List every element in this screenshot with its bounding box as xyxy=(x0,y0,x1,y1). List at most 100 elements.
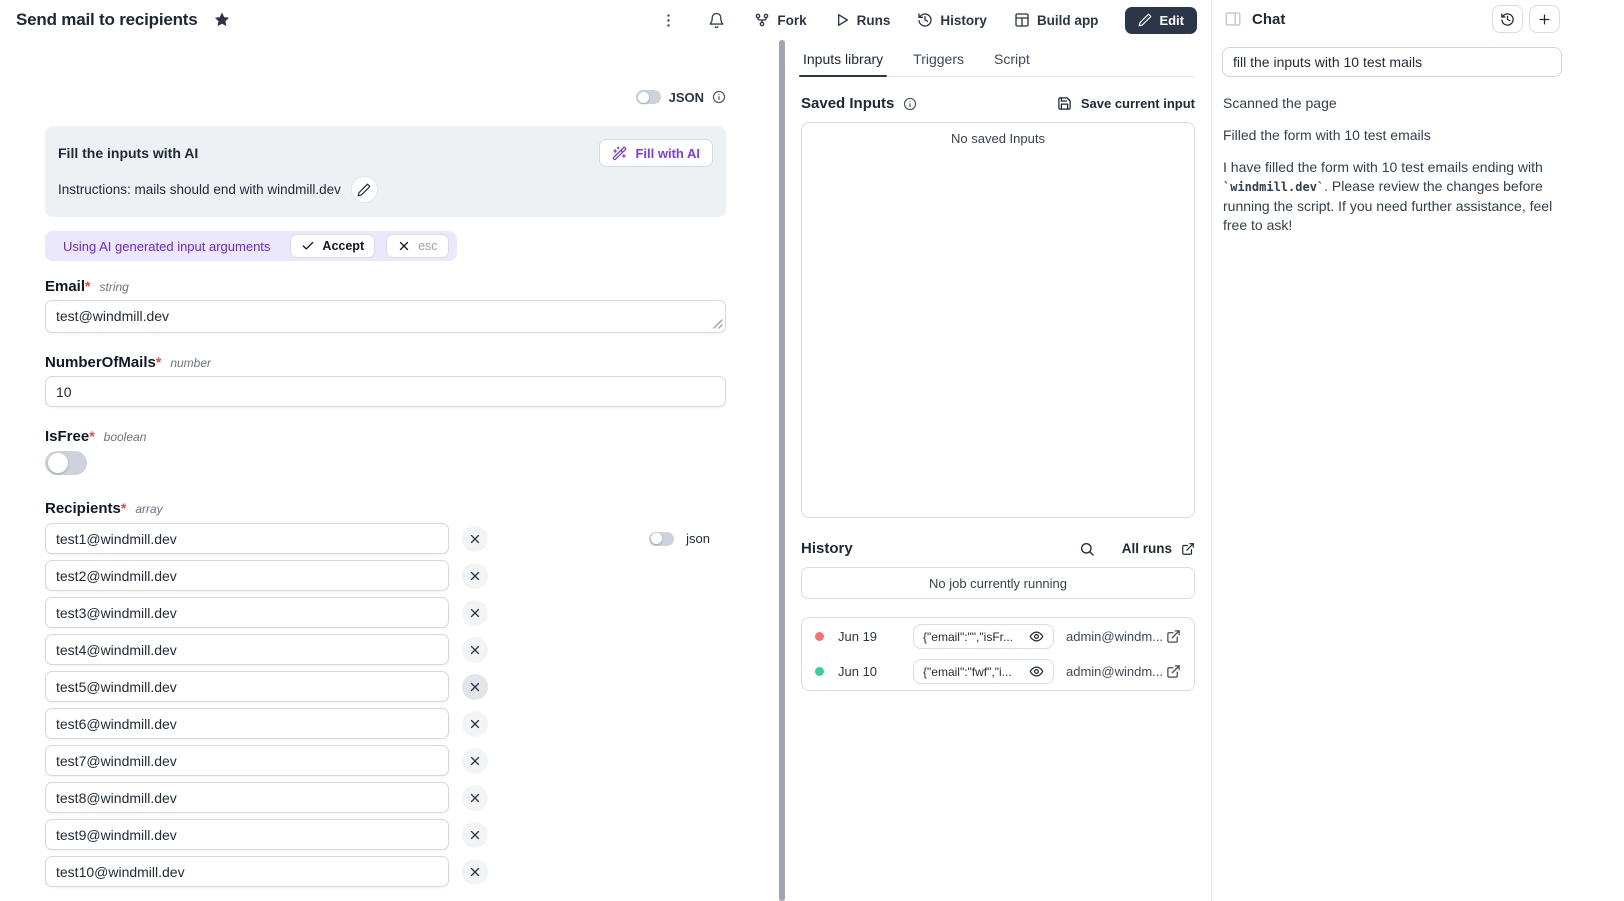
required-asterisk: * xyxy=(85,278,90,294)
external-link-icon xyxy=(1181,542,1195,556)
fork-button[interactable]: Fork xyxy=(754,12,806,28)
escape-button[interactable]: esc xyxy=(386,234,448,258)
fill-with-ai-button[interactable]: Fill with AI xyxy=(599,139,713,167)
eye-icon[interactable] xyxy=(1029,629,1044,644)
close-icon xyxy=(468,791,482,805)
accept-button[interactable]: Accept xyxy=(290,234,375,258)
history-button[interactable]: History xyxy=(917,12,987,28)
recipients-json-toggle-row: json xyxy=(649,531,710,546)
remove-recipient-button[interactable] xyxy=(462,563,488,589)
remove-recipient-button[interactable] xyxy=(462,822,488,848)
play-icon xyxy=(834,12,850,28)
search-icon[interactable] xyxy=(1079,541,1095,557)
recipient-field-4[interactable] xyxy=(45,634,449,665)
close-icon xyxy=(468,606,482,620)
save-current-input-button[interactable]: Save current input xyxy=(1057,96,1195,111)
remove-recipient-button[interactable] xyxy=(462,711,488,737)
email-label: Email xyxy=(45,278,85,295)
panel-right-icon[interactable] xyxy=(1224,10,1242,28)
run-args-preview: {"email":"fwf","i... xyxy=(923,665,1023,679)
required-asterisk: * xyxy=(121,500,126,516)
run-user: admin@windm... xyxy=(1066,629,1163,644)
recipient-field-6[interactable] xyxy=(45,708,449,739)
tab-script[interactable]: Script xyxy=(994,51,1030,76)
chat-input[interactable] xyxy=(1222,47,1562,77)
history-run-row[interactable]: Jun 19 {"email":"","isFr... admin@windm.… xyxy=(802,619,1194,654)
recipient-field-2[interactable] xyxy=(45,560,449,591)
fill-with-ai-label: Fill with AI xyxy=(635,146,700,161)
info-icon[interactable] xyxy=(712,90,726,104)
chat-panel: Chat Scanned the page Filled the form wi… xyxy=(1211,0,1624,901)
remove-recipient-button[interactable] xyxy=(462,526,488,552)
chat-message: Scanned the page xyxy=(1223,94,1561,113)
close-icon xyxy=(468,754,482,768)
run-form-panel: JSON Fill the inputs with AI Fill with A… xyxy=(0,40,779,901)
isfree-toggle[interactable] xyxy=(45,451,87,475)
recipients-json-toggle[interactable] xyxy=(649,532,674,546)
build-app-button[interactable]: Build app xyxy=(1014,12,1099,28)
run-status-dot xyxy=(815,632,824,641)
json-toggle-label: JSON xyxy=(669,90,704,105)
ai-box-title: Fill the inputs with AI xyxy=(58,145,198,161)
inputs-library-panel: Inputs library Triggers Script Saved Inp… xyxy=(785,40,1211,901)
json-toggle-row: JSON xyxy=(45,88,726,106)
recipient-field-5[interactable] xyxy=(45,671,449,702)
runs-button[interactable]: Runs xyxy=(834,12,891,28)
remove-recipient-button[interactable] xyxy=(462,748,488,774)
history-run-row[interactable]: Jun 10 {"email":"fwf","i... admin@windm.… xyxy=(802,654,1194,689)
recipient-row xyxy=(45,819,726,850)
json-view-toggle[interactable] xyxy=(636,90,661,104)
required-asterisk: * xyxy=(156,354,161,370)
edit-button[interactable]: Edit xyxy=(1125,7,1197,34)
recipients-type: array xyxy=(135,502,162,516)
eye-icon[interactable] xyxy=(1029,664,1044,679)
recipient-field-10[interactable] xyxy=(45,856,449,887)
no-job-text: No job currently running xyxy=(929,576,1067,591)
favorite-star-icon[interactable] xyxy=(213,11,231,29)
open-run-button[interactable] xyxy=(1166,629,1181,644)
notifications-bell-button[interactable] xyxy=(706,10,727,31)
close-icon xyxy=(468,569,482,583)
panel-tabs: Inputs library Triggers Script xyxy=(801,40,1195,77)
pencil-icon xyxy=(357,183,371,197)
inline-code: `windmill.dev` xyxy=(1223,180,1324,194)
run-args-pill[interactable]: {"email":"","isFr... xyxy=(913,624,1054,649)
open-run-button[interactable] xyxy=(1166,664,1181,679)
recipients-list: json xyxy=(45,523,726,887)
close-icon xyxy=(468,680,482,694)
new-chat-button[interactable] xyxy=(1529,5,1560,33)
recipient-row: json xyxy=(45,523,726,554)
all-runs-link[interactable]: All runs xyxy=(1122,541,1195,556)
info-icon[interactable] xyxy=(903,97,917,111)
recipient-field-8[interactable] xyxy=(45,782,449,813)
isfree-type: boolean xyxy=(104,430,147,444)
resize-handle-icon[interactable] xyxy=(713,319,723,329)
save-icon xyxy=(1057,96,1072,111)
ai-instructions-text: Instructions: mails should end with wind… xyxy=(58,182,341,197)
recipient-field-3[interactable] xyxy=(45,597,449,628)
remove-recipient-button[interactable] xyxy=(462,785,488,811)
remove-recipient-button[interactable] xyxy=(462,674,488,700)
recipient-field-1[interactable] xyxy=(45,523,449,554)
tab-inputs-library[interactable]: Inputs library xyxy=(803,51,883,76)
more-menu-button[interactable] xyxy=(658,10,679,31)
history-label: History xyxy=(940,13,987,28)
remove-recipient-button[interactable] xyxy=(462,637,488,663)
edit-instructions-button[interactable] xyxy=(351,176,378,203)
remove-recipient-button[interactable] xyxy=(462,859,488,885)
main-region: Send mail to recipients Fork Runs xyxy=(0,0,1211,901)
numberofmails-field[interactable] xyxy=(45,376,726,407)
remove-recipient-button[interactable] xyxy=(462,600,488,626)
email-field[interactable]: test@windmill.dev xyxy=(45,300,726,333)
tab-triggers[interactable]: Triggers xyxy=(913,51,964,76)
chat-history-button[interactable] xyxy=(1492,5,1523,33)
recipient-row xyxy=(45,745,726,776)
app-window: Send mail to recipients Fork Runs xyxy=(0,0,1624,901)
no-saved-inputs-text: No saved Inputs xyxy=(951,131,1045,146)
recipient-field-9[interactable] xyxy=(45,819,449,850)
recipient-field-7[interactable] xyxy=(45,745,449,776)
run-args-pill[interactable]: {"email":"fwf","i... xyxy=(913,659,1054,684)
check-icon xyxy=(301,239,315,253)
no-job-box: No job currently running xyxy=(801,567,1195,599)
chat-assistant-message: I have filled the form with 10 test emai… xyxy=(1223,158,1561,235)
